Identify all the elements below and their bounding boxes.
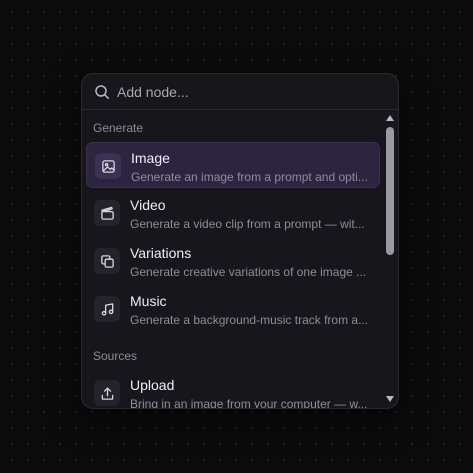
node-item-description: Generate a video clip from a prompt — wi… bbox=[130, 217, 365, 231]
video-icon bbox=[94, 200, 120, 226]
upload-icon bbox=[94, 380, 120, 406]
node-item-description: Generate an image from a prompt and opti… bbox=[131, 170, 368, 184]
node-item-title: Video bbox=[130, 197, 166, 213]
node-item-description: Generate a background-music track from a… bbox=[130, 313, 369, 327]
node-item-music[interactable]: Music Generate a background-music track … bbox=[86, 286, 380, 332]
node-list: Generate Image Generate an image from a … bbox=[82, 110, 382, 408]
section-label-generate: Generate bbox=[93, 121, 144, 135]
node-item-description: Bring in an image from your computer — w… bbox=[130, 397, 368, 408]
scroll-down-arrow-icon[interactable] bbox=[386, 396, 394, 402]
search-row bbox=[82, 74, 398, 110]
node-item-upload[interactable]: Upload Bring in an image from your compu… bbox=[86, 370, 380, 408]
node-item-variations[interactable]: Variations Generate creative variations … bbox=[86, 238, 380, 284]
scrollbar[interactable] bbox=[384, 112, 396, 406]
section-label-sources: Sources bbox=[93, 349, 138, 363]
node-item-title: Upload bbox=[130, 377, 175, 393]
copy-icon bbox=[94, 248, 120, 274]
node-item-image[interactable]: Image Generate an image from a prompt an… bbox=[86, 142, 380, 188]
music-icon bbox=[94, 296, 120, 322]
scroll-up-arrow-icon[interactable] bbox=[386, 115, 394, 121]
add-node-palette: Generate Image Generate an image from a … bbox=[81, 73, 399, 409]
image-icon bbox=[95, 153, 121, 179]
node-item-video[interactable]: Video Generate a video clip from a promp… bbox=[86, 190, 380, 236]
scroll-thumb[interactable] bbox=[386, 127, 394, 255]
node-item-title: Image bbox=[131, 150, 170, 166]
node-item-title: Variations bbox=[130, 245, 192, 261]
search-input[interactable] bbox=[117, 81, 377, 103]
search-icon bbox=[95, 85, 109, 99]
node-item-description: Generate creative variations of one imag… bbox=[130, 265, 367, 279]
node-item-title: Music bbox=[130, 293, 167, 309]
